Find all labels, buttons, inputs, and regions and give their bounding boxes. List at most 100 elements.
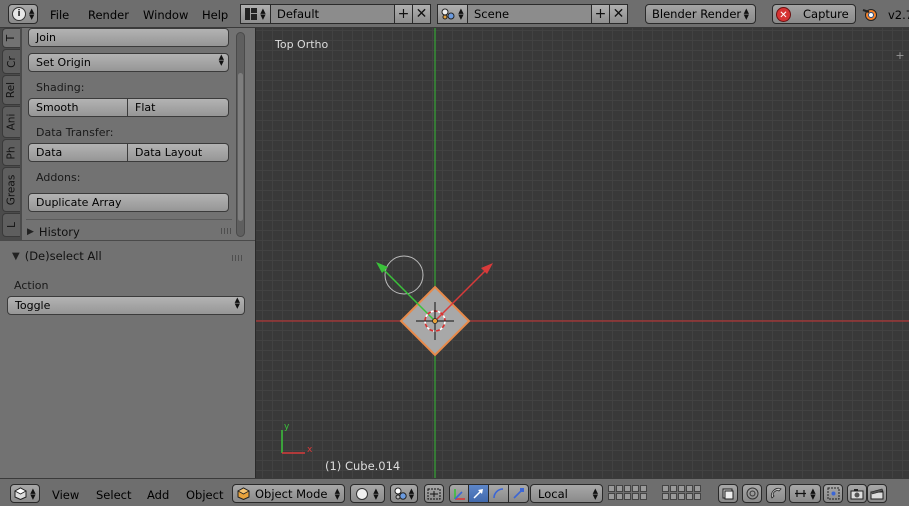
layers-icon [722, 488, 734, 499]
tool-shelf-scrollbar[interactable] [236, 32, 245, 237]
scene-icon [441, 8, 455, 20]
updown-arrows-icon: ▲ ▼ [29, 7, 35, 21]
blender-logo-icon [862, 9, 877, 21]
screen-layout-field[interactable]: ▲ ▼ Default + ✕ [240, 4, 431, 24]
menu-window[interactable]: Window [143, 8, 188, 22]
tool-shelf-tabs: T Cr Rel Ani Ph Greas L [0, 28, 22, 240]
add-screen-icon[interactable]: + [394, 5, 412, 23]
3d-viewport[interactable]: Top Ortho + y x (1) Cube.014 [255, 28, 909, 478]
lock-layers-button[interactable] [718, 484, 738, 503]
translate-arrow-icon [473, 489, 483, 499]
snap-target-icon [827, 487, 839, 500]
object-info: (1) Cube.014 [325, 459, 401, 473]
scene-browse-button[interactable]: ▲ ▼ [438, 5, 468, 23]
menu-select[interactable]: Select [96, 488, 131, 502]
operator-panel-header[interactable]: ▼ (De)select All [12, 249, 102, 263]
manipulator-toggle-button[interactable] [449, 484, 469, 503]
screen-layout-icon [245, 8, 258, 20]
scrollbar-thumb[interactable] [238, 73, 243, 221]
shading-buttons: Smooth Flat [28, 98, 229, 117]
clapperboard-icon [870, 488, 884, 499]
render-animation-button[interactable] [867, 484, 887, 503]
tab-tools[interactable]: T [2, 28, 20, 48]
capture-button[interactable]: ✕ Capture [772, 4, 856, 24]
3d-view-header: ▲ ▼ View Select Add Object Object Mode ▲ ▼… [0, 478, 909, 506]
menu-render[interactable]: Render [88, 8, 129, 22]
duplicate-array-button[interactable]: Duplicate Array [28, 193, 229, 212]
snap-toggle-button[interactable] [766, 484, 786, 503]
dropdown-arrows-icon: ▲ ▼ [810, 486, 816, 501]
menu-help[interactable]: Help [202, 8, 228, 22]
render-still-button[interactable] [847, 484, 867, 503]
manipulator-icon [454, 488, 465, 500]
menu-object[interactable]: Object [186, 488, 223, 502]
action-dropdown[interactable]: Toggle ▲ ▼ [7, 296, 245, 315]
tab-animation[interactable]: Ani [2, 106, 20, 138]
dropdown-arrows-icon: ▲ ▼ [334, 486, 340, 501]
editor-type-button[interactable]: i ▲ ▼ [8, 4, 38, 24]
addons-label: Addons: [36, 171, 81, 184]
editor-type-button[interactable]: ▲ ▼ [10, 484, 40, 503]
dropdown-arrows-icon: ▲ ▼ [373, 486, 379, 501]
operator-panel: ▼ (De)select All Action Toggle ▲ ▼ [0, 240, 255, 478]
tab-relations[interactable]: Rel [2, 75, 20, 105]
history-panel-header[interactable]: ▶ History [27, 224, 233, 240]
expanded-triangle-icon: ▼ [12, 250, 20, 262]
scene-layers-group-1[interactable] [608, 485, 647, 500]
pivot-point-icon [394, 487, 407, 500]
scene-layers-group-2[interactable] [662, 485, 701, 500]
proportional-editing-button[interactable] [742, 484, 762, 503]
add-scene-icon[interactable]: + [591, 5, 609, 23]
viewport-shading-dropdown[interactable]: ▲ ▼ [350, 484, 385, 503]
camera-icon [850, 488, 864, 499]
scale-manipulator-button[interactable] [509, 484, 529, 503]
updown-arrows-icon: ▲ ▼ [30, 486, 36, 501]
scene-field[interactable]: ▲ ▼ Scene + ✕ [437, 4, 628, 24]
delete-screen-icon[interactable]: ✕ [412, 5, 430, 23]
tab-physics[interactable]: Ph [2, 139, 20, 166]
tab-create[interactable]: Cr [2, 49, 20, 74]
dropdown-arrows-icon: ▲ ▼ [234, 296, 240, 310]
set-origin-dropdown[interactable]: Set Origin ▲ ▼ [28, 53, 229, 72]
data-transfer-buttons: Data Data Layout [28, 143, 229, 162]
smooth-button[interactable]: Smooth [28, 98, 128, 117]
snap-increment-icon [795, 490, 807, 497]
menu-file[interactable]: File [50, 8, 69, 22]
data-transfer-label: Data Transfer: [36, 126, 114, 139]
version-label: v2.7 [888, 8, 909, 22]
flat-button[interactable]: Flat [128, 98, 229, 117]
pivot-point-dropdown[interactable]: ▲ ▼ [390, 484, 418, 503]
scene-name[interactable]: Scene [468, 5, 591, 23]
menu-view[interactable]: View [52, 488, 79, 502]
dropdown-arrows-icon: ▲ ▼ [592, 486, 598, 501]
tab-grease-pencil[interactable]: Greas [2, 167, 20, 212]
rotate-manipulator-button[interactable] [489, 484, 509, 503]
render-engine-dropdown[interactable]: Blender Render ▲ ▼ [645, 4, 756, 24]
manipulator-rotate-circle[interactable] [384, 255, 424, 295]
tab-l[interactable]: L [2, 213, 20, 237]
axis-x-label: x [307, 445, 313, 455]
translate-manipulator-button[interactable] [469, 484, 489, 503]
drag-grip-icon[interactable] [232, 255, 242, 261]
transform-orientation-dropdown[interactable]: Local ▲ ▼ [530, 484, 603, 503]
manipulate-center-points-button[interactable] [424, 484, 444, 503]
mode-value: Object Mode [255, 486, 328, 501]
collapsed-triangle-icon: ▶ [27, 227, 34, 237]
data-button[interactable]: Data [28, 143, 128, 162]
delete-scene-icon[interactable]: ✕ [609, 5, 627, 23]
action-value: Toggle [15, 299, 51, 312]
divider [26, 219, 232, 220]
interaction-mode-dropdown[interactable]: Object Mode ▲ ▼ [232, 484, 345, 503]
orientation-value: Local [538, 486, 568, 501]
data-layout-button[interactable]: Data Layout [128, 143, 229, 162]
drag-grip-icon[interactable] [221, 228, 231, 234]
join-button[interactable]: Join [28, 28, 229, 47]
screen-browse-button[interactable]: ▲ ▼ [241, 5, 271, 23]
menu-add[interactable]: Add [147, 488, 169, 502]
snap-target-button[interactable] [823, 484, 843, 503]
render-engine-value: Blender Render [652, 7, 742, 21]
viewport-overlay: y x [256, 28, 909, 478]
screen-layout-name[interactable]: Default [271, 5, 394, 23]
solid-shading-icon [356, 487, 369, 500]
snap-element-dropdown[interactable]: ▲ ▼ [789, 484, 821, 503]
